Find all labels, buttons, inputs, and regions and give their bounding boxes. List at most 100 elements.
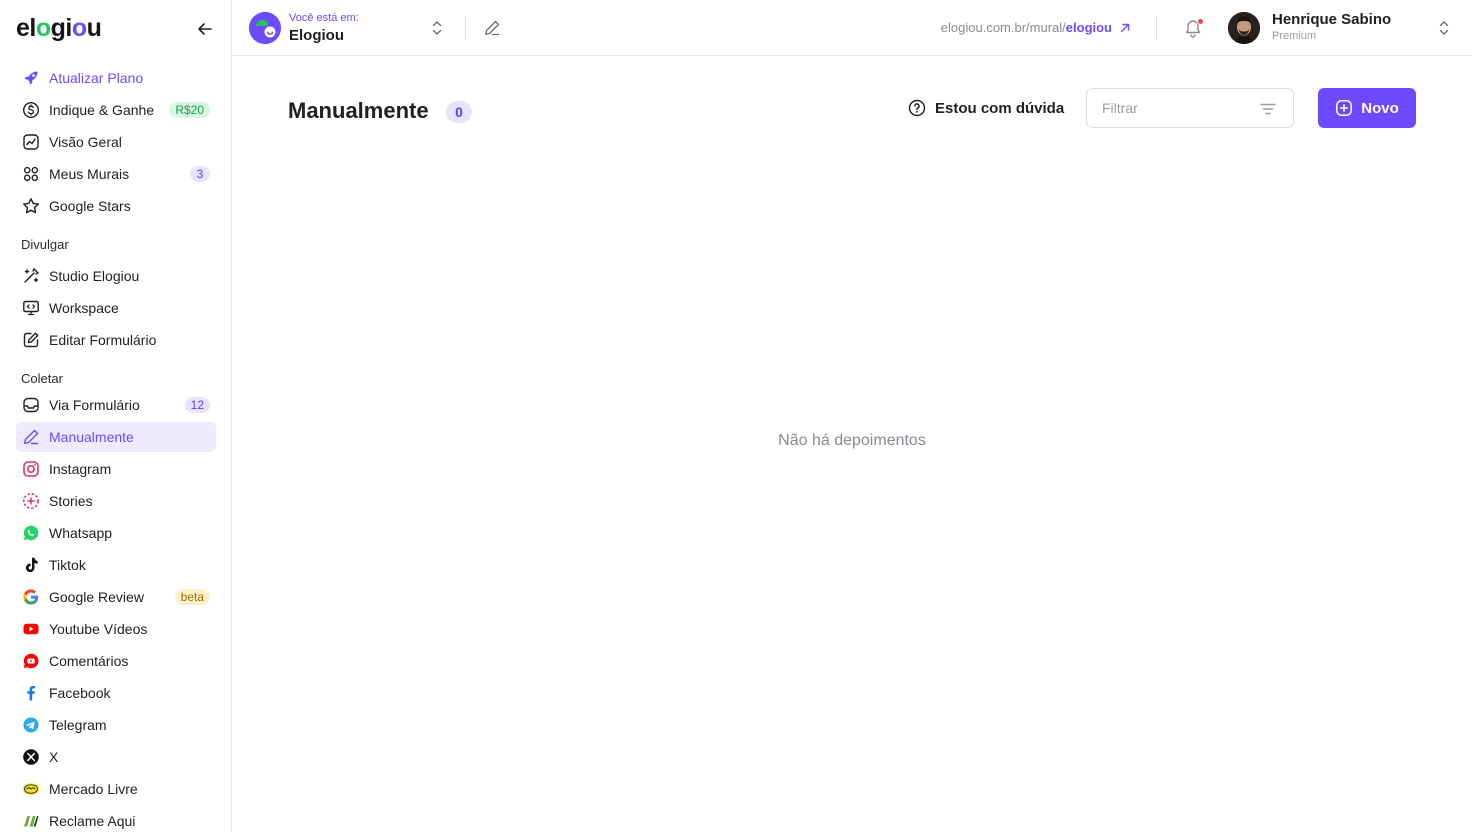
sidebar-item-tiktok[interactable]: Tiktok: [16, 550, 216, 580]
star-icon: [22, 197, 40, 215]
logo[interactable]: elogiou: [16, 14, 102, 42]
beta-badge: beta: [174, 589, 210, 605]
top-bar: Você está em: Elogiou elogiou.com.br/mur…: [232, 0, 1472, 56]
section-title-coletar: Coletar: [21, 371, 63, 386]
telegram-icon: [22, 716, 40, 734]
divider: [1156, 16, 1157, 40]
pencil-icon: [485, 20, 500, 36]
sidebar-item-label: Whatsapp: [49, 525, 113, 541]
x-icon: [22, 748, 40, 766]
sidebar-item-label: Studio Elogiou: [49, 268, 140, 284]
sidebar-item-label: Comentários: [49, 653, 129, 669]
workspace-name[interactable]: Elogiou: [289, 27, 344, 44]
edit-workspace-button[interactable]: [482, 18, 502, 38]
help-button[interactable]: Estou com dúvida: [908, 96, 1064, 120]
sidebar-item-manualmente[interactable]: Manualmente: [16, 422, 216, 452]
sidebar-item-label: Instagram: [49, 461, 112, 477]
collapse-sidebar-button[interactable]: [194, 18, 216, 40]
notification-dot: [1197, 18, 1204, 25]
sidebar: elogiou Atualizar Plano Indique & Ganhe …: [0, 0, 232, 832]
youtube-comments-icon: [22, 652, 40, 670]
filter-field: [1086, 88, 1294, 128]
divider: [465, 16, 466, 40]
sidebar-item-label: Reclame Aqui: [49, 813, 136, 829]
sidebar-item-mercado-livre[interactable]: Mercado Livre: [16, 774, 216, 804]
chevron-up-down-icon: [432, 21, 442, 35]
sidebar-item-label: Stories: [49, 493, 93, 509]
sidebar-item-label: Manualmente: [49, 429, 134, 445]
workspace-switcher[interactable]: [428, 18, 446, 38]
sidebar-item-stories[interactable]: Stories: [16, 486, 216, 516]
notifications-button[interactable]: [1182, 17, 1204, 39]
sidebar-item-label: Via Formulário: [49, 397, 140, 413]
sidebar-item-via-formulario[interactable]: Via Formulário 12: [16, 390, 216, 420]
sidebar-item-label: Telegram: [49, 717, 107, 733]
arrow-left-icon: [198, 23, 212, 35]
count-badge: 12: [184, 397, 210, 413]
tiktok-icon: [22, 556, 40, 574]
chevron-up-down-icon: [1439, 21, 1449, 35]
sidebar-item-whatsapp[interactable]: Whatsapp: [16, 518, 216, 548]
sidebar-item-label: X: [49, 749, 59, 765]
sidebar-item-meus-murais[interactable]: Meus Murais 3: [16, 159, 216, 189]
sidebar-item-label: Facebook: [49, 685, 111, 701]
reclame-aqui-icon: [22, 812, 40, 830]
sidebar-item-label: Workspace: [49, 300, 119, 316]
grid-icon: [22, 165, 40, 183]
sidebar-item-telegram[interactable]: Telegram: [16, 710, 216, 740]
user-plan: Premium: [1272, 30, 1317, 42]
sidebar-item-indique-ganhe[interactable]: Indique & Ganhe R$20: [16, 95, 216, 125]
filter-icon[interactable]: [1259, 100, 1277, 118]
sidebar-item-google-stars[interactable]: Google Stars: [16, 191, 216, 221]
inbox-icon: [22, 396, 40, 414]
sidebar-item-reclame-aqui[interactable]: Reclame Aqui: [16, 806, 216, 832]
logo-row: elogiou: [16, 14, 216, 42]
count-badge: 3: [190, 166, 210, 182]
youtube-icon: [22, 620, 40, 638]
filter-input[interactable]: [1087, 89, 1247, 127]
pencil-icon: [22, 428, 40, 446]
new-button[interactable]: Novo: [1318, 88, 1416, 128]
sidebar-item-editar-formulario[interactable]: Editar Formulário: [16, 325, 216, 355]
sidebar-item-workspace[interactable]: Workspace: [16, 293, 216, 323]
edit-square-icon: [22, 331, 40, 349]
sidebar-item-label: Google Stars: [49, 198, 131, 214]
sidebar-item-youtube-videos[interactable]: Youtube Vídeos: [16, 614, 216, 644]
sidebar-item-visao-geral[interactable]: Visão Geral: [16, 127, 216, 157]
workspace-logo-icon: [249, 12, 281, 44]
question-circle-icon: [908, 99, 926, 117]
sidebar-item-google-review[interactable]: Google Review beta: [16, 582, 216, 612]
user-menu-toggle[interactable]: [1435, 18, 1453, 38]
sidebar-item-comentarios[interactable]: Comentários: [16, 646, 216, 676]
sidebar-item-instagram[interactable]: Instagram: [16, 454, 216, 484]
sidebar-item-atualizar-plano[interactable]: Atualizar Plano: [16, 63, 216, 93]
workspace-kicker: Você está em:: [289, 12, 359, 24]
user-name[interactable]: Henrique Sabino: [1272, 11, 1391, 28]
count-badge: 0: [446, 101, 472, 123]
new-button-label: Novo: [1361, 99, 1399, 117]
empty-state-message: Não há depoimentos: [778, 432, 926, 449]
sidebar-item-label: Tiktok: [49, 557, 86, 573]
chart-line-icon: [22, 133, 40, 151]
section-title-divulgar: Divulgar: [21, 237, 69, 252]
mural-slug: elogiou: [1065, 20, 1112, 35]
sidebar-item-label: Google Review: [49, 589, 144, 605]
workspace-avatar[interactable]: [249, 12, 281, 44]
avatar[interactable]: [1228, 12, 1260, 44]
sidebar-item-facebook[interactable]: Facebook: [16, 678, 216, 708]
facebook-icon: [22, 684, 40, 702]
help-label: Estou com dúvida: [935, 99, 1065, 117]
user-photo: [1228, 12, 1260, 44]
sidebar-item-label: Atualizar Plano: [49, 70, 144, 86]
reward-badge: R$20: [169, 102, 210, 118]
google-icon: [22, 588, 40, 606]
sidebar-item-label: Visão Geral: [49, 134, 122, 150]
plus-square-icon: [1336, 100, 1353, 116]
sidebar-item-label: Mercado Livre: [49, 781, 138, 797]
sidebar-item-studio-elogiou[interactable]: Studio Elogiou: [16, 261, 216, 291]
public-mural-link[interactable]: elogiou.com.br/mural/elogiou: [941, 20, 1132, 35]
sidebar-item-x[interactable]: X: [16, 742, 216, 772]
monitor-code-icon: [22, 299, 40, 317]
dollar-circle-icon: [22, 101, 40, 119]
instagram-icon: [22, 460, 40, 478]
